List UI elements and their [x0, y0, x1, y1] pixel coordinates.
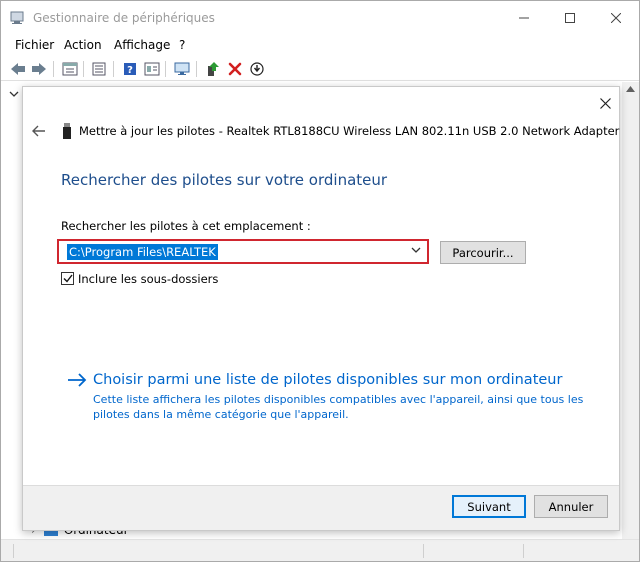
next-button[interactable]: Suivant: [452, 495, 526, 518]
driver-path-combobox[interactable]: C:\Program Files\REALTEK: [57, 239, 429, 264]
scan-hardware-button[interactable]: [173, 60, 191, 78]
status-segment: [523, 544, 623, 558]
dialog-back-button[interactable]: [31, 123, 47, 139]
menu-bar: Fichier Action Affichage ?: [1, 35, 639, 55]
uninstall-icon: [228, 62, 242, 76]
forward-arrow-icon: [32, 63, 46, 75]
chevron-down-icon[interactable]: [411, 247, 421, 254]
dialog-footer: [23, 485, 619, 530]
view-button[interactable]: [143, 60, 161, 78]
back-arrow-icon: [32, 125, 45, 137]
horizontal-scrollbar[interactable]: [1, 539, 639, 561]
chevron-down-icon[interactable]: [9, 90, 19, 98]
update-driver-button[interactable]: [204, 60, 222, 78]
dialog-heading: Rechercher des pilotes sur votre ordinat…: [61, 171, 388, 189]
search-location-label: Rechercher les pilotes à cet emplacement…: [61, 219, 311, 233]
vertical-scrollbar[interactable]: [622, 82, 639, 539]
checkmark-icon: [63, 274, 73, 283]
title-bar: Gestionnaire de périphériques: [1, 1, 639, 35]
forward-button[interactable]: [30, 60, 48, 78]
driver-path-value[interactable]: C:\Program Files\REALTEK: [67, 244, 218, 260]
view-icon: [144, 62, 160, 76]
arrow-right-icon[interactable]: [67, 372, 87, 388]
back-button[interactable]: [9, 60, 27, 78]
dialog-close-button[interactable]: [595, 93, 615, 113]
pick-from-list-link[interactable]: Choisir parmi une liste de pilotes dispo…: [93, 372, 562, 388]
toolbar-separator: [53, 61, 54, 77]
browse-button[interactable]: Parcourir...: [440, 241, 526, 264]
pick-from-list-description: Cette liste affichera les pilotes dispon…: [93, 393, 584, 421]
help-button[interactable]: ?: [121, 60, 139, 78]
properties-button[interactable]: [61, 60, 79, 78]
dialog-header: Mettre à jour les pilotes - Realtek RTL8…: [79, 124, 620, 138]
list-icon: [92, 62, 106, 76]
svg-text:?: ?: [127, 65, 133, 76]
toolbar-separator: [196, 61, 197, 77]
toolbar-separator: [165, 61, 166, 77]
menu-fichier[interactable]: Fichier: [15, 38, 54, 52]
scroll-up-icon: [626, 86, 635, 92]
enable-device-button[interactable]: [248, 60, 266, 78]
menu-help[interactable]: ?: [179, 38, 185, 52]
include-subfolders-checkbox[interactable]: [61, 272, 74, 285]
minimize-icon: [519, 17, 529, 19]
close-button[interactable]: [593, 1, 639, 35]
status-segment: [423, 544, 523, 558]
update-driver-dialog: Mettre à jour les pilotes - Realtek RTL8…: [22, 86, 620, 531]
toolbar-separator: [83, 61, 84, 77]
uninstall-button[interactable]: [226, 60, 244, 78]
maximize-icon: [565, 13, 575, 23]
window-title: Gestionnaire de périphériques: [33, 11, 215, 25]
close-icon: [599, 97, 611, 109]
toolbar: ?: [1, 57, 639, 81]
maximize-button[interactable]: [547, 1, 593, 35]
status-segment: [13, 544, 423, 558]
device-manager-icon: [10, 11, 24, 24]
help-icon: ?: [124, 63, 136, 76]
menu-action[interactable]: Action: [64, 38, 102, 52]
toolbar-separator: [113, 61, 114, 77]
download-icon: [250, 62, 264, 76]
include-subfolders-label[interactable]: Inclure les sous-dossiers: [78, 272, 218, 286]
minimize-button[interactable]: [501, 1, 547, 35]
close-icon: [611, 13, 621, 23]
properties-icon: [62, 62, 78, 76]
update-driver-icon: [208, 62, 219, 76]
device-manager-window: Gestionnaire de périphériques Fichier Ac…: [0, 0, 640, 562]
monitor-icon: [174, 62, 190, 75]
list-button[interactable]: [90, 60, 108, 78]
cancel-button[interactable]: Annuler: [534, 495, 608, 518]
menu-affichage[interactable]: Affichage: [114, 38, 170, 52]
back-arrow-icon: [11, 63, 25, 75]
usb-adapter-icon: [63, 123, 71, 139]
